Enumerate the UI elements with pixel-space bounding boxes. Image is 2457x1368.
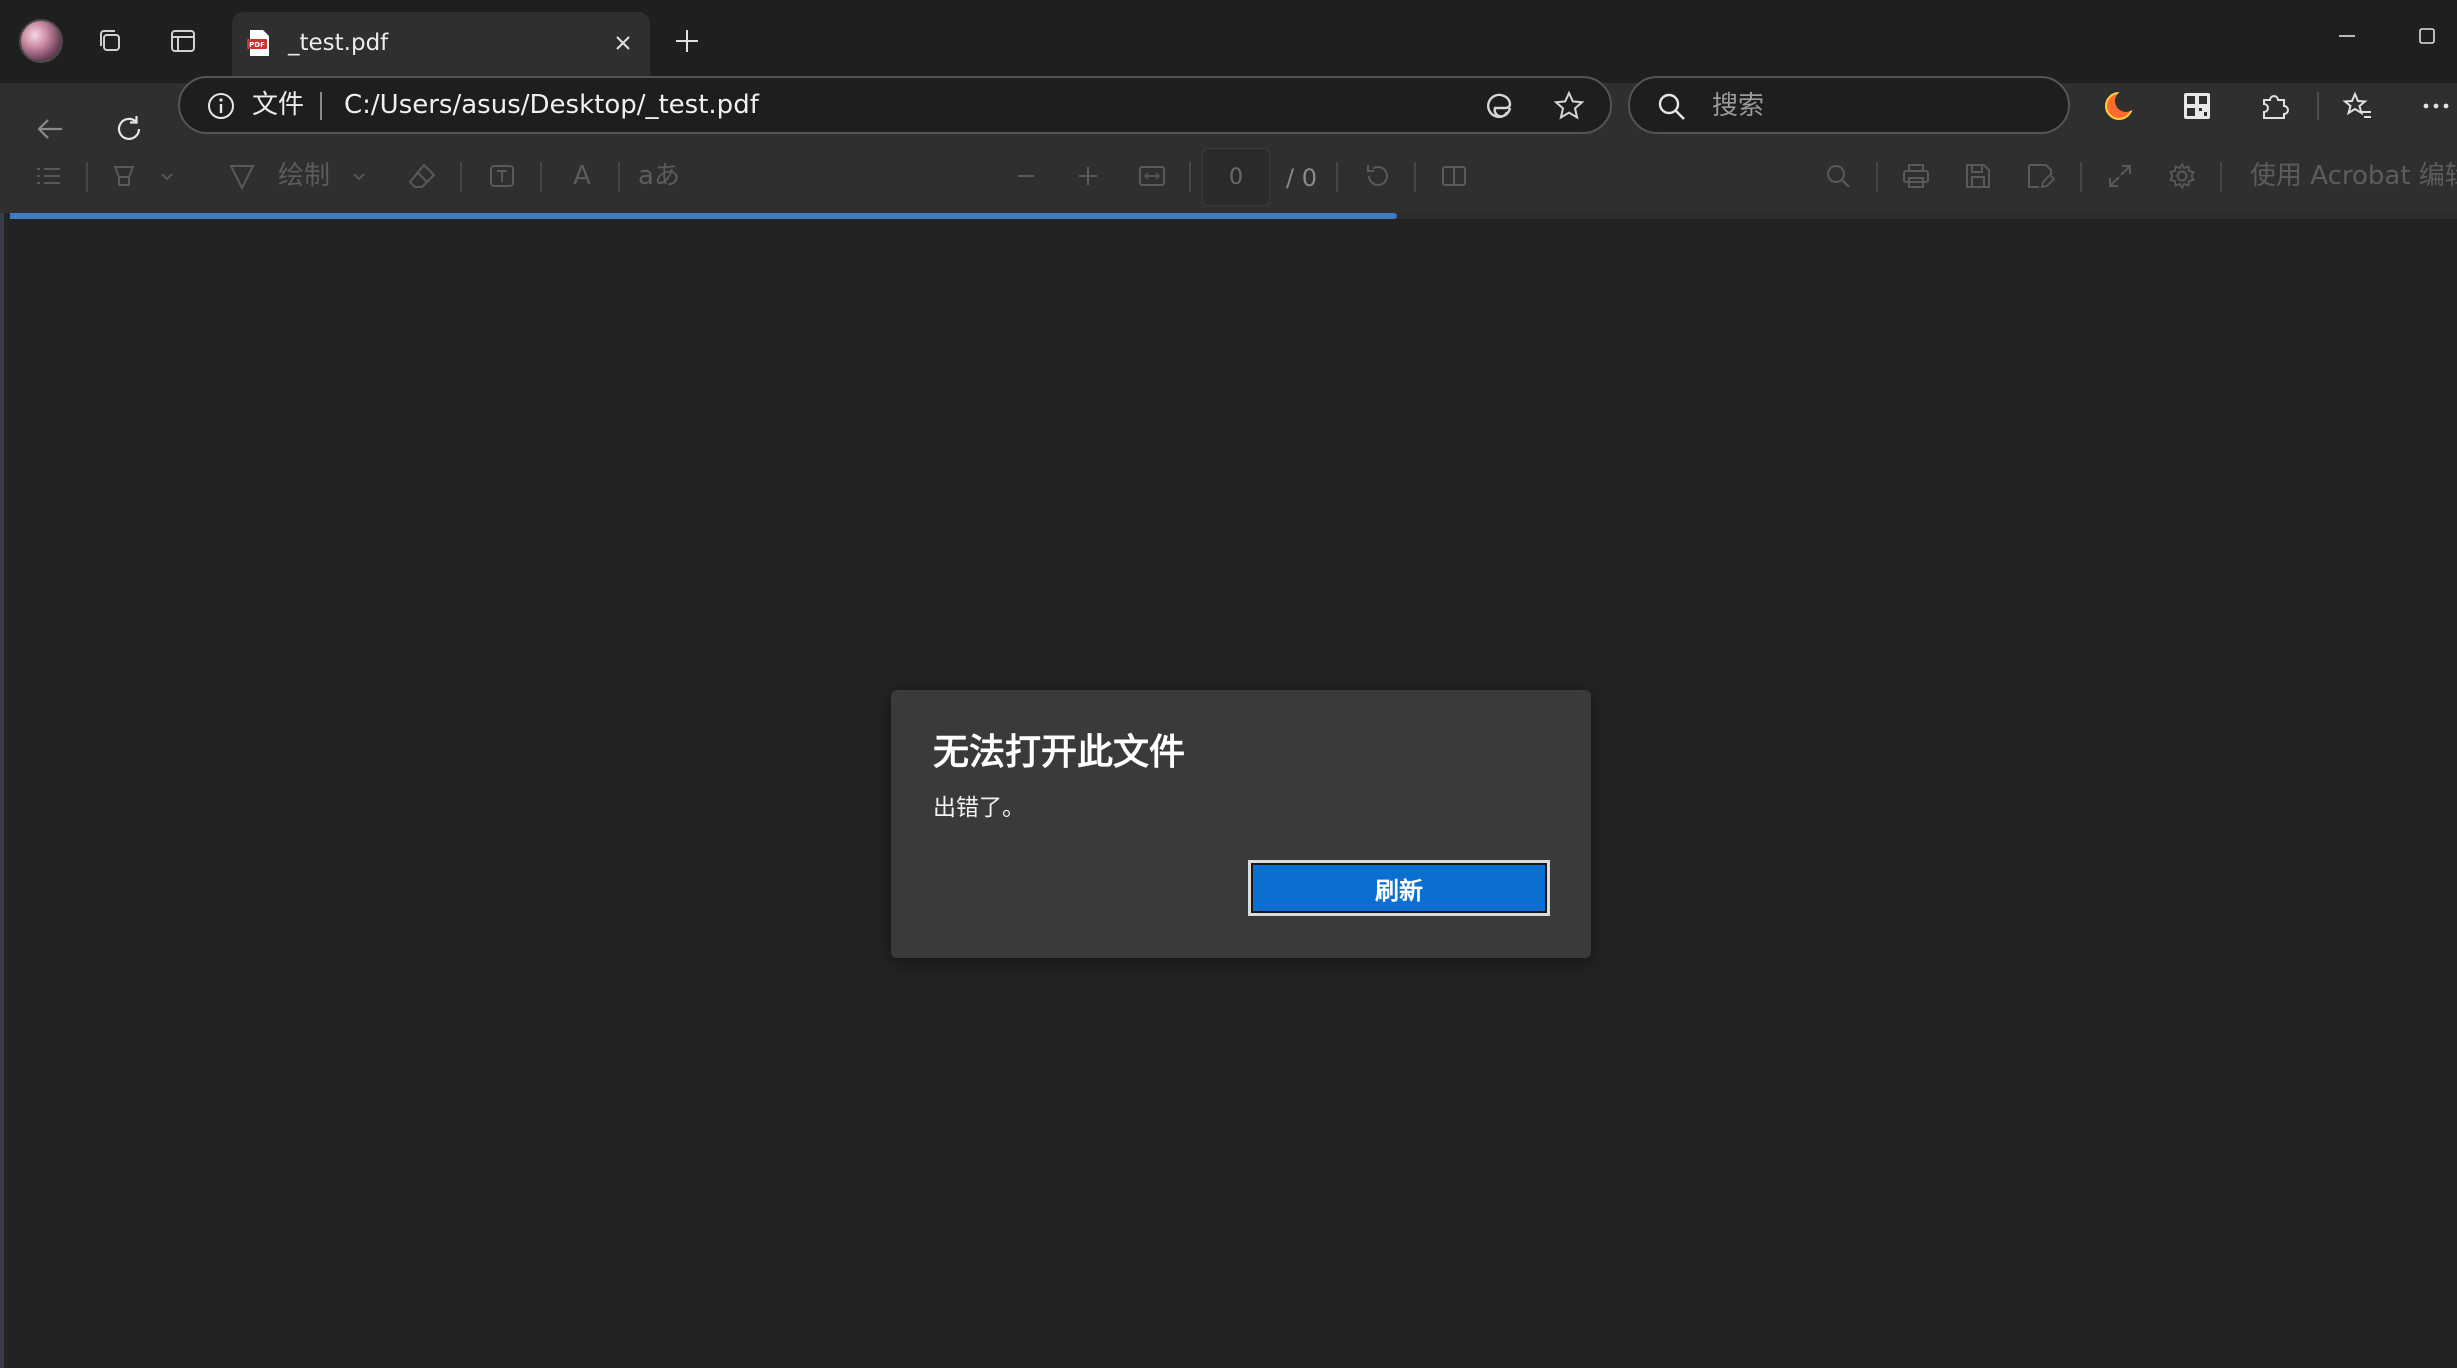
dialog-title: 无法打开此文件 [933,732,1186,773]
qr-code-button[interactable] [2177,86,2217,126]
puzzle-icon [2263,95,2289,119]
tab-active[interactable]: PDF _test.pdf [232,12,650,83]
fit-width-icon [1139,166,1165,186]
highlight-dropdown[interactable] [152,156,182,196]
url-text[interactable]: C:/Users/asus/Desktop/_test.pdf [344,88,759,122]
page-number-input[interactable]: 0 [1202,148,1270,206]
minus-icon [1018,175,1034,177]
chevron-down-icon [161,173,173,181]
toolbar-separator [1189,162,1191,192]
edge-app-button[interactable] [1482,89,1516,123]
toolbar-divider [2317,92,2319,120]
add-text-button[interactable] [482,156,522,196]
loading-progress-fill [10,213,1398,219]
page-total-label: / 0 [1286,164,1317,192]
maximize-icon [2419,28,2435,44]
address-divider [320,92,322,120]
vertical-tabs-button[interactable] [162,20,204,62]
tab-close-button[interactable] [608,28,638,58]
translate-button[interactable]: aあ [636,156,682,196]
qr-code-icon [2184,93,2210,119]
workspaces-button[interactable] [89,20,131,62]
toolbar-separator [86,162,88,192]
workspaces-icon [100,30,120,51]
refresh-button[interactable]: 刷新 [1248,860,1550,916]
title-bar: PDF _test.pdf [0,0,2457,83]
search-box[interactable]: 搜索 [1628,76,2070,134]
extensions-button[interactable] [2254,86,2294,126]
tab-title: _test.pdf [288,30,389,56]
zoom-in-button[interactable] [1070,156,1106,196]
draw-dropdown[interactable] [344,156,374,196]
plus-icon [1079,167,1097,185]
fit-to-width-button[interactable] [1132,156,1172,196]
favorites-star-list-icon [2342,91,2371,118]
profile-avatar[interactable] [19,19,63,63]
erase-button[interactable] [402,156,442,196]
close-icon [616,36,630,50]
dialog-message: 出错了。 [933,795,1025,821]
toolbar-separator [460,162,462,192]
minimize-icon [2339,35,2355,37]
star-icon [1553,90,1585,120]
svg-text:PDF: PDF [249,41,265,49]
extension-moon-button[interactable] [2099,86,2139,126]
highlight-button[interactable] [104,156,144,196]
error-dialog: 无法打开此文件 出错了。 刷新 [891,690,1591,958]
edge-swirl-icon [1487,93,1512,119]
favorite-button[interactable] [1552,89,1586,123]
text-box-icon [490,165,514,187]
window-edge [0,213,4,1368]
new-tab-button[interactable] [666,20,708,62]
draw-label: 绘制 [277,161,330,191]
eraser-icon [408,163,436,188]
info-icon[interactable] [206,91,236,121]
draw-label-button[interactable]: 绘制 [274,156,334,196]
read-aloud-button[interactable]: A [562,156,602,196]
pdf-file-icon: PDF [247,30,269,56]
zoom-out-button[interactable] [1008,156,1044,196]
tab-actions-icon [171,30,195,52]
search-icon [1658,93,1685,120]
favorites-button[interactable] [2338,86,2378,126]
more-options-button[interactable] [2416,86,2456,126]
pen-icon [229,165,255,191]
loading-progress-bar [10,213,2457,219]
list-icon [37,168,60,184]
contents-button[interactable] [28,156,68,196]
chevron-down-icon [353,173,365,181]
plus-icon [676,30,698,52]
search-placeholder[interactable]: 搜索 [1712,89,1764,123]
toolbar-separator [540,162,542,192]
moon-icon [2105,90,2136,120]
more-icon [2423,103,2449,109]
maximize-button[interactable] [2402,16,2452,56]
highlighter-icon [113,166,135,186]
draw-button[interactable] [222,156,262,196]
toolbar-separator [618,162,620,192]
minimize-button[interactable] [2322,16,2372,56]
address-bar[interactable]: 文件 C:/Users/asus/Desktop/_test.pdf [178,76,1612,134]
site-scheme-label[interactable]: 文件 [252,88,304,122]
read-aloud-icon: A [573,161,591,191]
translate-icon: aあ [638,161,680,191]
